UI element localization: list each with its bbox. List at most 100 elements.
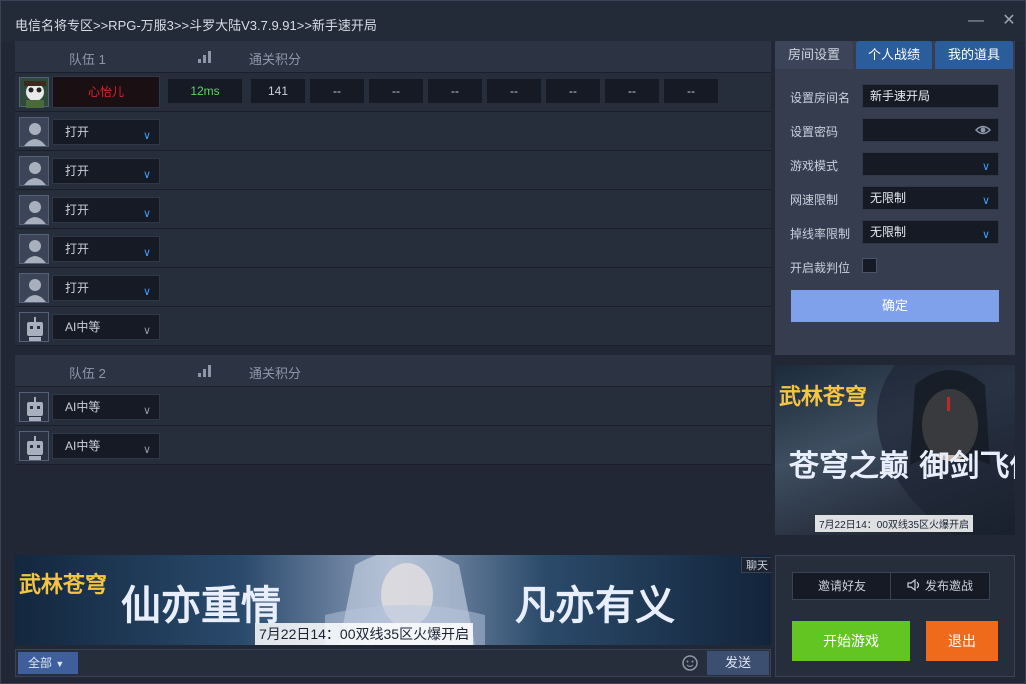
team-1-label: 队伍 1 [69,52,106,67]
game-mode-select[interactable]: ∨ [862,152,999,176]
team-2-panel: 队伍 2 通关积分 AI中等 ∨ AI中等 ∨ [15,355,771,465]
slot-select[interactable]: 打开 ∨ [52,119,160,145]
team-2-header: 队伍 2 通关积分 [15,355,771,387]
empty-slot-avatar [19,195,49,225]
chevron-down-icon: ∨ [142,286,151,298]
close-button[interactable]: ✕ [1000,12,1018,30]
stage-cell: -- [605,79,659,103]
chevron-down-icon: ∨ [981,161,990,173]
drop-rate-select[interactable]: 无限制 ∨ [862,220,999,244]
slot-select-value: 打开 [65,242,90,256]
stage-cell: -- [428,79,482,103]
robot-icon [27,397,43,421]
ad-logo: 武林苍穹 [19,572,108,598]
signal-icon [198,51,212,63]
robot-icon [27,317,43,341]
password-input[interactable] [862,118,999,142]
referee-row: 开启裁判位 [790,254,1010,280]
referee-label: 开启裁判位 [790,261,851,275]
team-1-panel: 队伍 1 通关积分 心怡儿 12ms 141 -- -- -- -- -- --… [15,41,771,346]
score-column-label: 通关积分 [249,366,302,381]
stage-cell: -- [369,79,423,103]
ad-banner-right[interactable]: 武林苍穹 苍穹之巅 御剑飞仙 7月22日14：00双线35区火爆开启 [775,365,1015,535]
referee-checkbox[interactable] [862,258,877,273]
score-column-label: 通关积分 [249,52,302,67]
ad-date: 7月22日14：00双线35区火爆开启 [255,623,474,645]
slot-row: 打开 ∨ [15,229,771,268]
room-name-label: 设置房间名 [790,91,851,105]
player-avatar[interactable] [19,77,49,108]
password-label: 设置密码 [790,125,839,139]
quit-button[interactable]: 退出 [926,621,998,661]
player-ping: 12ms [168,79,242,103]
speed-limit-value: 无限制 [870,191,907,205]
title-bar: 电信名将专区>>RPG-万服3>>斗罗大陆V3.7.9.91>>新手速开局 — … [1,1,1025,41]
empty-slot-avatar [19,117,49,147]
slot-select[interactable]: AI中等 ∨ [52,433,160,459]
ai-slot-avatar [19,392,49,422]
publish-challenge-button[interactable]: 发布邀战 [890,572,990,600]
player-row: 心怡儿 12ms 141 -- -- -- -- -- -- -- [15,73,771,112]
player-name: 心怡儿 [52,76,160,108]
drop-rate-value: 无限制 [870,225,907,239]
minimize-button[interactable]: — [967,12,985,30]
ad-date: 7月22日14：00双线35区火爆开启 [815,515,974,532]
person-icon [24,240,46,263]
emoji-icon[interactable] [682,655,698,671]
chevron-down-icon: ∨ [142,247,151,259]
slot-select[interactable]: AI中等 ∨ [52,394,160,420]
action-panel: 邀请好友 发布邀战 开始游戏 退出 [775,555,1015,677]
invite-friends-button[interactable]: 邀请好友 [792,572,892,600]
chevron-down-icon: ∨ [142,444,151,456]
stage-cell: -- [487,79,541,103]
slot-select-value: 打开 [65,125,90,139]
panda-avatar-icon [24,81,46,108]
speed-limit-select[interactable]: 无限制 ∨ [862,186,999,210]
robot-icon [27,436,43,460]
slot-select-value: AI中等 [65,439,101,453]
tab-personal-record[interactable]: 个人战绩 [856,41,932,69]
slot-row: AI中等 ∨ [15,307,771,346]
player-score: 141 [251,79,305,103]
stage-cell: -- [310,79,364,103]
tab-room-settings[interactable]: 房间设置 [775,41,853,69]
tab-bar: 房间设置 个人战绩 我的道具 [775,41,1015,69]
slot-select-value: 打开 [65,203,90,217]
slot-select[interactable]: 打开 ∨ [52,158,160,184]
person-icon [24,162,46,185]
stage-cell: -- [664,79,718,103]
chevron-down-icon: ∨ [142,325,151,337]
chevron-down-icon: ∨ [142,405,151,417]
ad-banner-bottom[interactable]: 武林苍穹 仙亦重情 凡亦有义 7月22日14：00双线35区火爆开启 聊天 [15,555,771,645]
slot-select[interactable]: 打开 ∨ [52,236,160,262]
slot-row: 打开 ∨ [15,151,771,190]
team-1-header: 队伍 1 通关积分 [15,41,771,73]
slot-select-value: 打开 [65,281,90,295]
chevron-down-icon: ∨ [142,169,151,181]
slot-select[interactable]: 打开 ∨ [52,275,160,301]
room-settings-panel: 房间设置 个人战绩 我的道具 设置房间名 新手速开局 设置密码 游戏模式 ∨ 网… [775,41,1015,355]
eye-icon[interactable] [974,121,992,146]
chevron-down-icon: ∨ [981,229,990,241]
game-room-window: 电信名将专区>>RPG-万服3>>斗罗大陆V3.7.9.91>>新手速开局 — … [0,0,1026,684]
password-row: 设置密码 [790,118,1010,144]
slot-select[interactable]: 打开 ∨ [52,197,160,223]
send-button[interactable]: 发送 [707,651,769,675]
person-icon [24,123,46,146]
drop-rate-row: 掉线率限制 无限制 ∨ [790,220,1010,246]
slot-select-value: AI中等 [65,320,101,334]
ai-slot-avatar [19,312,49,342]
confirm-button[interactable]: 确定 [791,290,999,322]
room-name-input[interactable]: 新手速开局 [862,84,999,108]
stage-cell: -- [546,79,600,103]
chat-bar: 全部 ▼ 发送 [15,649,771,677]
start-game-button[interactable]: 开始游戏 [792,621,910,661]
slot-row: 打开 ∨ [15,112,771,151]
chat-input[interactable] [82,652,676,674]
tab-my-items[interactable]: 我的道具 [935,41,1013,69]
slot-row: AI中等 ∨ [15,426,771,465]
signal-icon [198,365,212,377]
chat-label[interactable]: 聊天 [741,557,771,573]
slot-select[interactable]: AI中等 ∨ [52,314,160,340]
chat-scope-select[interactable]: 全部 ▼ [18,652,78,674]
